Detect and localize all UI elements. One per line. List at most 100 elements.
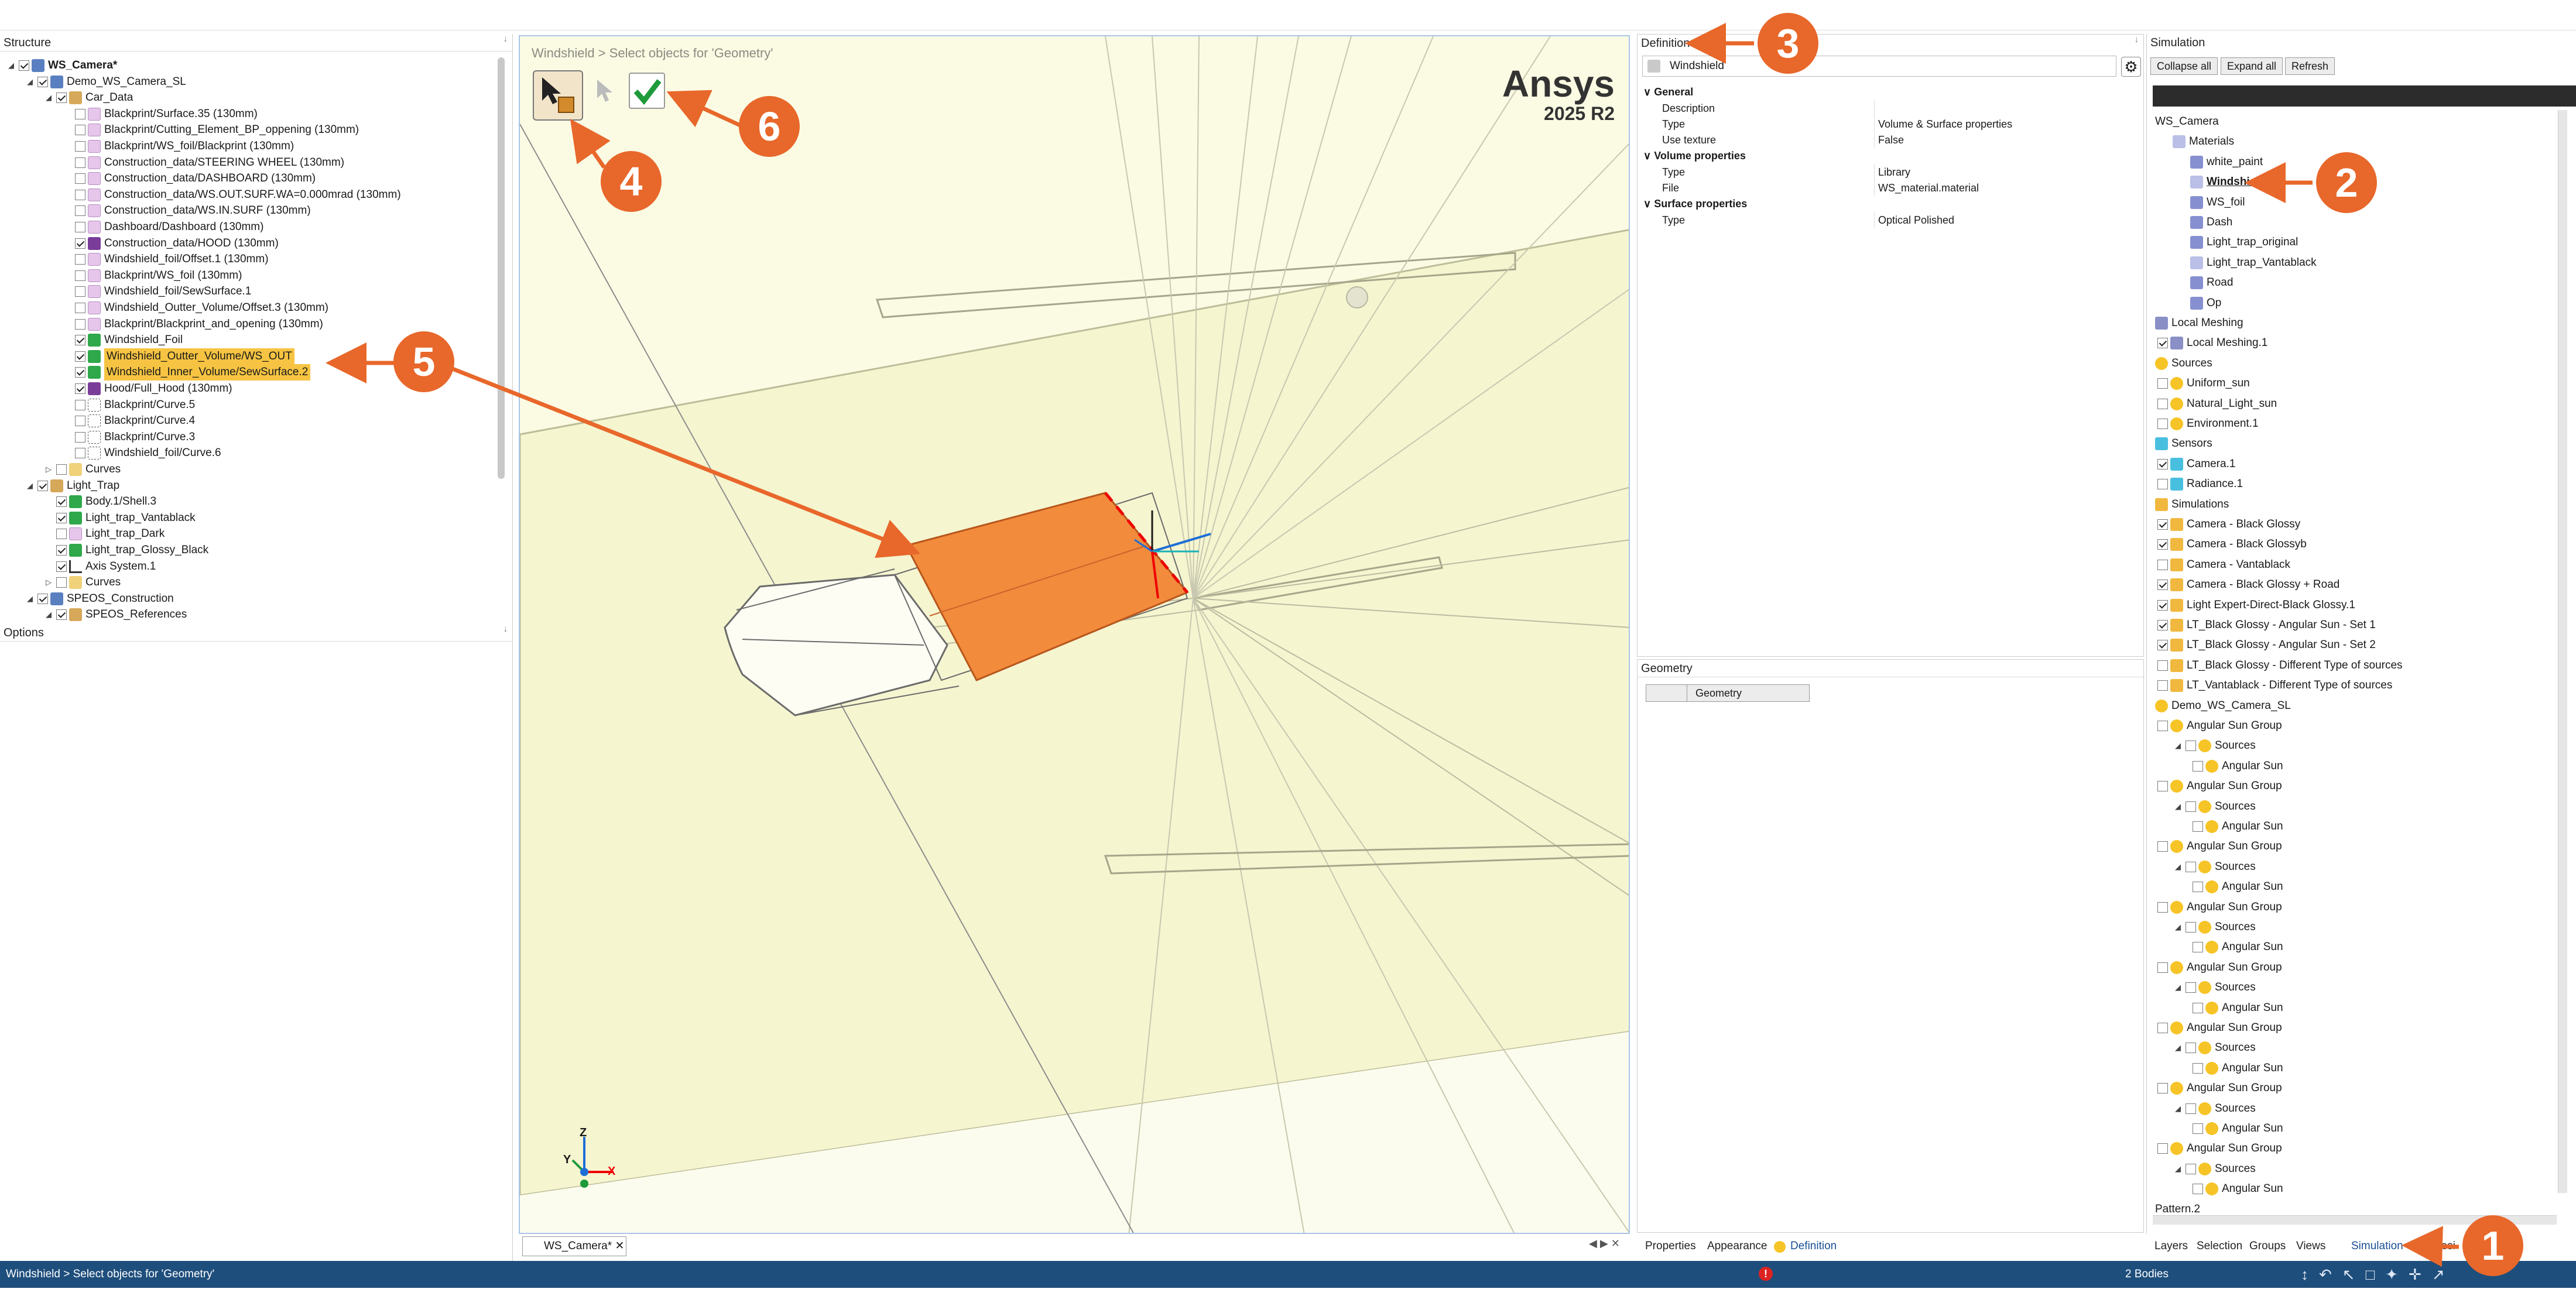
simulation-row[interactable]: Pattern.2 <box>2155 1201 2200 1213</box>
structure-row[interactable]: Windshield_foil/SewSurface.1 <box>62 283 251 300</box>
definition-section[interactable]: ∨ Surface properties <box>1643 196 1747 212</box>
visibility-checkbox[interactable] <box>56 577 67 588</box>
tab-layers[interactable]: Layers <box>2154 1238 2188 1255</box>
simulation-row[interactable]: Natural_Light_sun <box>2155 396 2277 412</box>
visibility-checkbox[interactable] <box>75 270 85 281</box>
filter-button[interactable] <box>590 75 623 108</box>
simulation-row[interactable]: Angular Sun <box>2190 1181 2283 1197</box>
simulation-checkbox[interactable] <box>2157 1083 2168 1094</box>
structure-row[interactable]: Construction_data/WS.OUT.SURF.WA=0.000mr… <box>62 187 401 203</box>
viewport[interactable]: Windshield > Select objects for 'Geometr… <box>519 35 1630 1234</box>
structure-row[interactable]: Blackprint/Blackprint_and_opening (130mm… <box>62 316 323 333</box>
expand-down-icon[interactable]: ◢ <box>25 478 35 494</box>
tab-nav-arrows[interactable]: ◀ ▶ ✕ <box>1589 1238 1620 1250</box>
simulation-row[interactable]: Angular Sun <box>2190 1120 2283 1137</box>
visibility-checkbox[interactable] <box>75 173 85 184</box>
simulation-checkbox[interactable] <box>2157 479 2168 490</box>
expand-down-icon[interactable]: ◢ <box>2173 738 2183 754</box>
simulation-checkbox[interactable] <box>2157 559 2168 570</box>
simulation-row[interactable]: Angular Sun Group <box>2155 1020 2282 1036</box>
tab-properties[interactable]: Properties <box>1645 1238 1696 1255</box>
simulation-checkbox[interactable] <box>2186 801 2196 812</box>
structure-row[interactable]: Windshield_Foil <box>62 332 183 348</box>
expand-down-icon[interactable]: ◢ <box>2173 1101 2183 1117</box>
structure-row[interactable]: Blackprint/Curve.5 <box>62 397 195 413</box>
property-value[interactable]: Volume & Surface properties <box>1874 116 2132 132</box>
property-value[interactable]: Library <box>1874 164 2132 180</box>
simulation-row[interactable]: ◢ Sources <box>2173 1040 2256 1056</box>
visibility-checkbox[interactable] <box>37 76 48 87</box>
collapse-icon[interactable]: ∨ <box>1643 198 1654 210</box>
structure-row[interactable]: Construction_data/STEERING WHEEL (130mm) <box>62 155 344 171</box>
simulation-checkbox[interactable] <box>2157 378 2168 389</box>
structure-row[interactable]: Light_trap_Vantablack <box>43 510 196 526</box>
visibility-checkbox[interactable] <box>56 561 67 572</box>
simulation-row[interactable]: Sources <box>2155 355 2212 372</box>
simulation-checkbox[interactable] <box>2157 620 2168 630</box>
simulation-row[interactable]: Dash <box>2190 214 2232 231</box>
structure-row[interactable]: Windshield_foil/Curve.6 <box>62 445 221 461</box>
simulation-row[interactable]: Simulations <box>2155 496 2229 513</box>
simulation-checkbox[interactable] <box>2157 640 2168 651</box>
simulation-row[interactable]: ◢ Sources <box>2173 1101 2256 1117</box>
simulation-row[interactable]: ◢ Sources <box>2173 859 2256 875</box>
simulation-checkbox[interactable] <box>2193 760 2203 772</box>
simulation-row[interactable]: ◢ Sources <box>2173 738 2256 754</box>
structure-row[interactable]: Windshield_foil/Offset.1 (130mm) <box>62 251 269 268</box>
simulation-row[interactable]: Light Expert-Direct-Black Glossy.1 <box>2155 597 2355 613</box>
simulation-checkbox[interactable] <box>2193 1062 2203 1074</box>
simulation-row[interactable]: ◢ Sources <box>2173 979 2256 996</box>
visibility-checkbox[interactable] <box>75 335 85 346</box>
validate-button[interactable] <box>629 73 665 109</box>
simulation-checkbox[interactable] <box>2157 419 2168 429</box>
expand-right-icon[interactable]: ▷ <box>43 574 54 591</box>
simulation-row[interactable]: LT_Black Glossy - Angular Sun - Set 2 <box>2155 637 2376 653</box>
simulation-row[interactable]: Light_trap_original <box>2190 234 2298 251</box>
tab-appearance[interactable]: Appearance <box>1707 1238 1767 1255</box>
visibility-checkbox[interactable] <box>56 496 67 508</box>
visibility-checkbox[interactable] <box>75 448 85 459</box>
simulation-checkbox[interactable] <box>2157 539 2168 550</box>
visibility-checkbox[interactable] <box>56 92 67 104</box>
visibility-checkbox[interactable] <box>75 222 85 232</box>
structure-row[interactable]: Blackprint/Curve.4 <box>62 413 195 429</box>
simulation-row[interactable]: ◢ Sources <box>2173 1161 2256 1177</box>
simulation-row[interactable]: ◢ Sources <box>2173 798 2256 815</box>
structure-row[interactable]: ◢ Demo_WS_Camera_SL <box>25 74 186 90</box>
pin-icon[interactable]: ↓ <box>503 624 508 634</box>
simulation-row[interactable]: Angular Sun <box>2190 1000 2283 1016</box>
expand-down-icon[interactable]: ◢ <box>2173 859 2183 875</box>
simulation-row[interactable]: Op <box>2190 295 2221 311</box>
structure-row[interactable]: Blackprint/WS_foil/Blackprint (130mm) <box>62 138 294 155</box>
visibility-checkbox[interactable] <box>75 431 85 443</box>
simulation-row[interactable]: LT_Black Glossy - Angular Sun - Set 1 <box>2155 617 2376 633</box>
visibility-checkbox[interactable] <box>56 512 67 523</box>
simulation-row[interactable]: LT_Vantablack - Different Type of source… <box>2155 677 2392 694</box>
expand-down-icon[interactable]: ◢ <box>25 591 35 607</box>
simulation-checkbox[interactable] <box>2157 962 2168 973</box>
simulation-row[interactable]: Angular Sun Group <box>2155 1080 2282 1096</box>
structure-row[interactable]: Body.1/Shell.3 <box>43 493 156 510</box>
status-tool-icons[interactable]: ↕↶↖□✦✛↗ <box>2301 1266 2455 1284</box>
visibility-checkbox[interactable] <box>75 108 85 119</box>
simulation-checkbox[interactable] <box>2186 741 2196 752</box>
simulation-checkbox[interactable] <box>2157 458 2168 469</box>
visibility-checkbox[interactable] <box>75 399 85 410</box>
structure-row[interactable]: Windshield_Outter_Volume/Offset.3 (130mm… <box>62 300 328 316</box>
simulation-row[interactable]: ◢ Sources <box>2173 919 2256 935</box>
simulation-checkbox[interactable] <box>2157 901 2168 913</box>
visibility-checkbox[interactable] <box>75 318 85 330</box>
simulation-row[interactable]: Uniform_sun <box>2155 375 2250 392</box>
simulation-vscrollbar[interactable] <box>2558 110 2567 1193</box>
simulation-checkbox[interactable] <box>2157 660 2168 671</box>
visibility-checkbox[interactable] <box>75 254 85 265</box>
visibility-checkbox[interactable] <box>75 351 85 362</box>
structure-row[interactable]: Construction_data/HOOD (130mm) <box>62 235 279 252</box>
simulation-checkbox[interactable] <box>2186 922 2196 933</box>
expand-down-icon[interactable]: ◢ <box>2173 798 2183 815</box>
structure-row[interactable]: Light_trap_Glossy_Black <box>43 542 208 558</box>
simulation-row[interactable]: Local Meshing <box>2155 315 2243 331</box>
structure-row[interactable]: ◢ Light_Trap <box>25 478 119 494</box>
document-tab[interactable]: WS_Camera* ✕ <box>522 1236 626 1256</box>
expand-down-icon[interactable]: ◢ <box>2173 1161 2183 1177</box>
